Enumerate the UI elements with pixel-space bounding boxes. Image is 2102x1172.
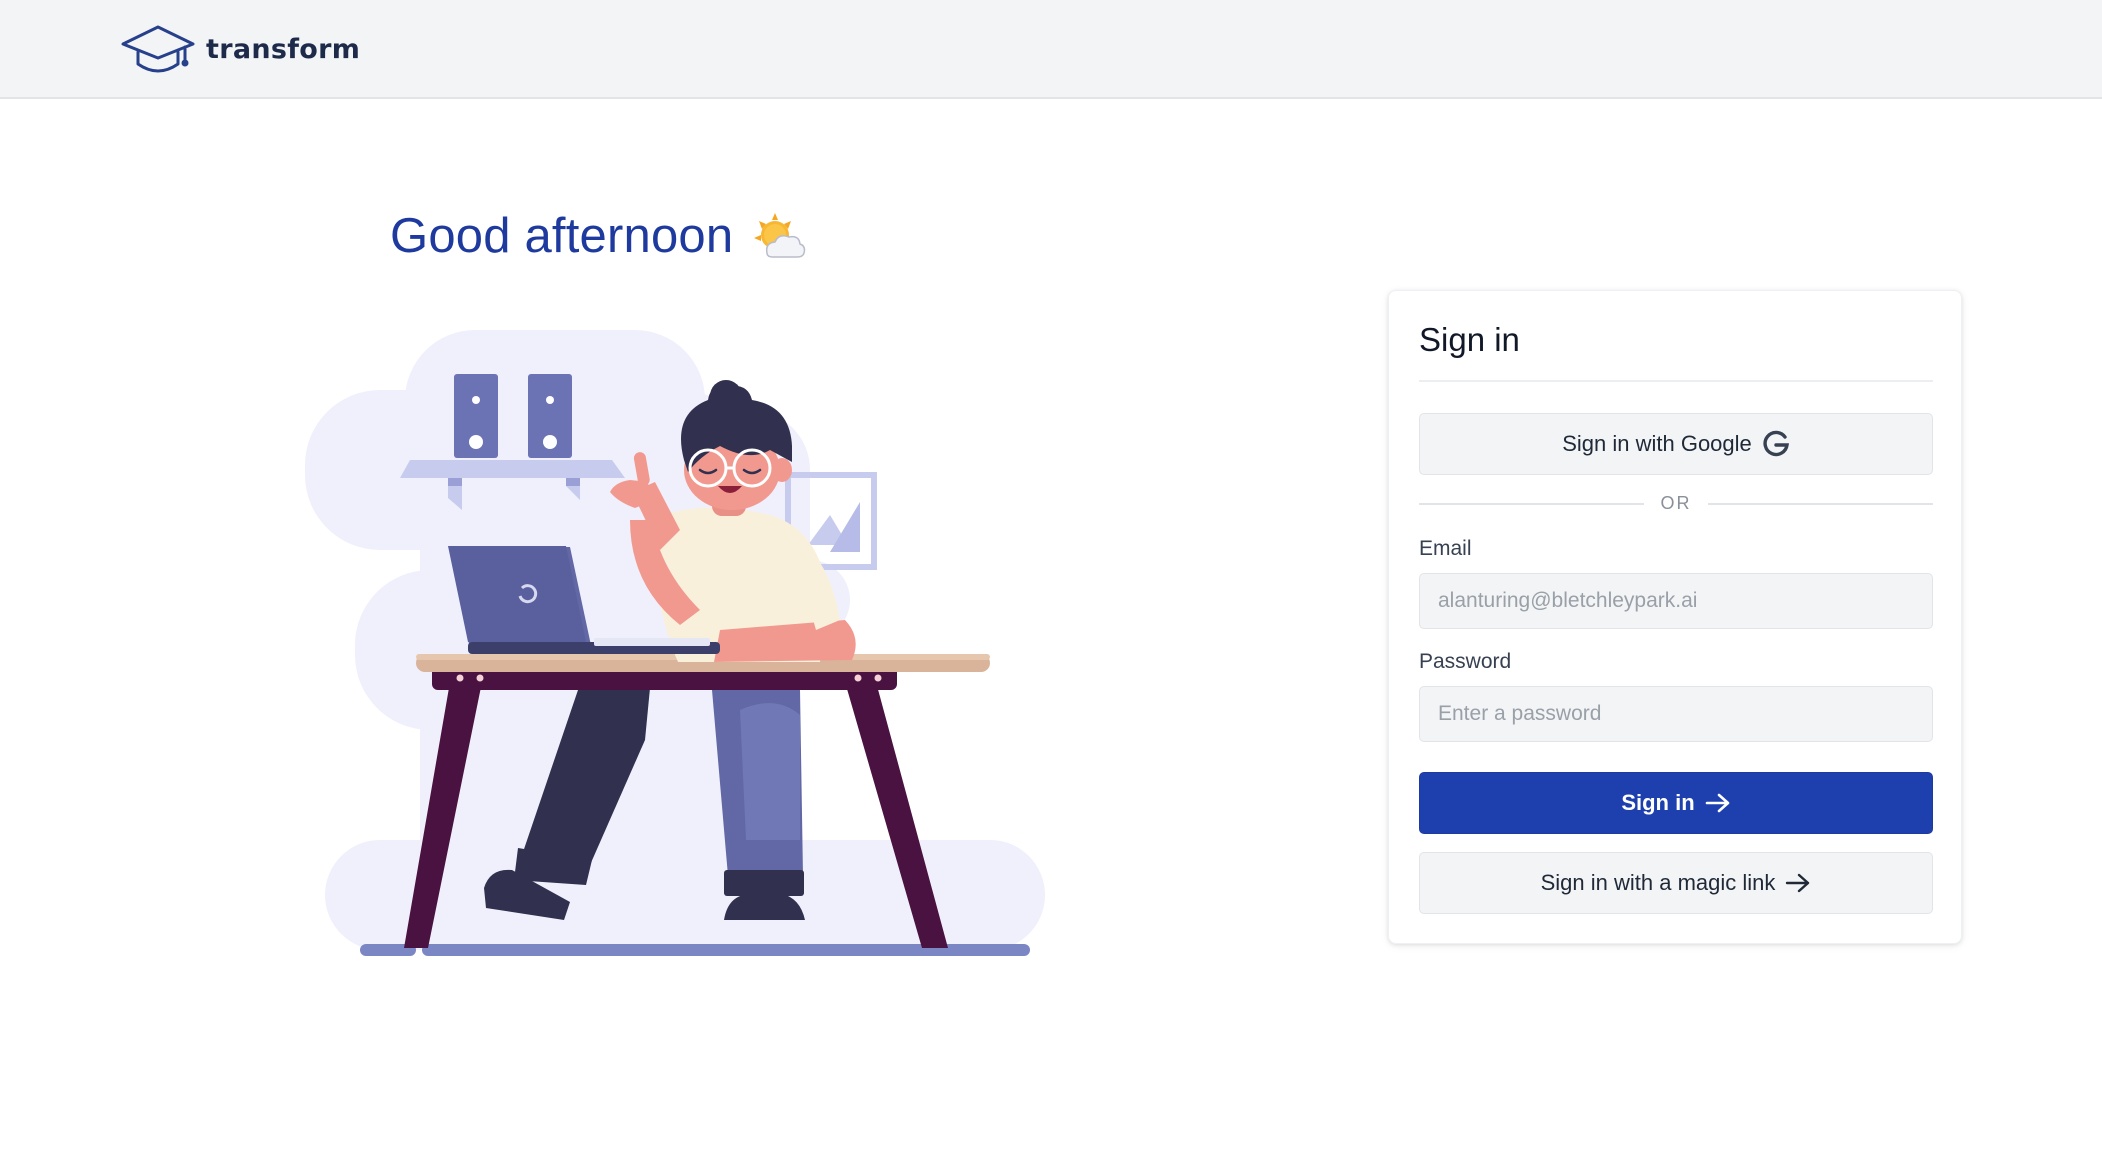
email-field[interactable]: [1419, 573, 1933, 629]
logo-link[interactable]: transform: [120, 22, 360, 76]
email-label: Email: [1419, 537, 1472, 560]
or-divider: OR: [1419, 493, 1933, 515]
top-navigation-bar: transform: [0, 0, 2102, 99]
app-name: transform: [206, 33, 361, 65]
title-divider: [1419, 380, 1933, 382]
sign-in-with-google-button[interactable]: Sign in with Google: [1419, 413, 1933, 475]
magic-link-button-label: Sign in with a magic link: [1540, 870, 1776, 895]
greeting-text: Good afternoon: [390, 209, 734, 263]
sign-in-title: Sign in: [1419, 321, 1520, 358]
sun-behind-cloud-icon: [754, 213, 806, 258]
sign-in-with-magic-link-button[interactable]: Sign in with a magic link: [1419, 852, 1933, 914]
sign-in-button-label: Sign in: [1621, 790, 1695, 815]
or-divider-line-right: [1708, 503, 1933, 505]
arrow-right-icon: [1705, 793, 1729, 813]
person-at-desk-illustration: [305, 330, 1045, 956]
graduation-cap-icon: [121, 25, 195, 73]
greeting: Good afternoon: [390, 208, 807, 264]
arrow-right-icon: [1786, 873, 1810, 893]
sign-in-card: Sign in Sign in with Google OR Email Pas…: [1388, 290, 1962, 944]
password-label: Password: [1419, 650, 1512, 673]
password-field[interactable]: [1419, 686, 1933, 742]
sign-in-button[interactable]: Sign in: [1419, 772, 1933, 834]
sign-in-with-google-label: Sign in with Google: [1562, 431, 1752, 456]
google-icon: [1763, 430, 1789, 457]
